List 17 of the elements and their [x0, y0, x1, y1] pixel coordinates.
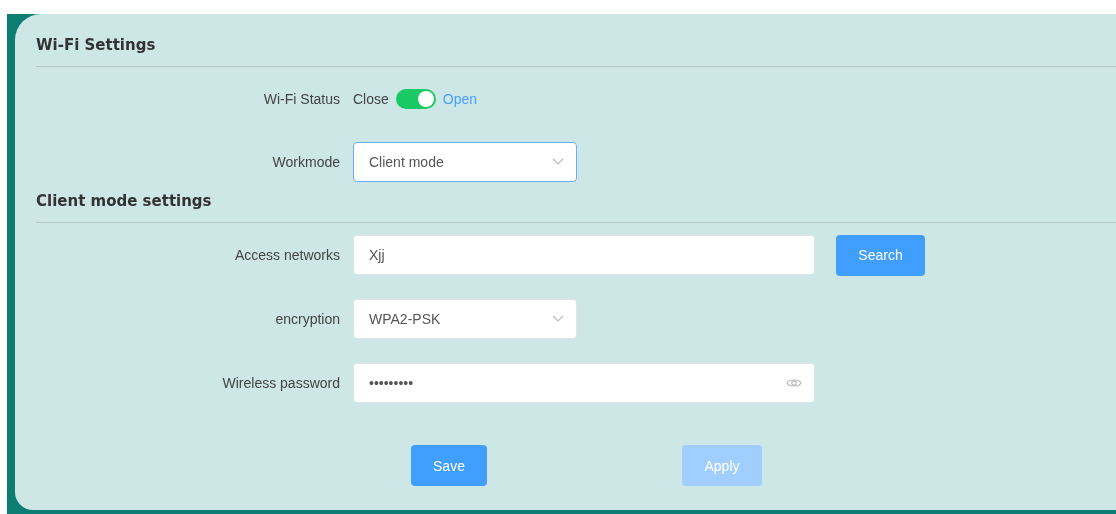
- section-title: Client mode settings: [36, 192, 1116, 223]
- field-label: Wi-Fi Status: [262, 91, 341, 107]
- select-field[interactable]: WPA2-PSK: [353, 299, 577, 339]
- field-label: Wireless password: [221, 375, 341, 391]
- field-label: Access networks: [233, 247, 341, 263]
- select-field[interactable]: Client mode: [353, 142, 577, 182]
- toggle-switch[interactable]: [395, 89, 436, 109]
- section-title: Wi-Fi Settings: [36, 36, 1116, 67]
- field-label: encryption: [274, 311, 341, 327]
- off-label: Close: [353, 91, 389, 107]
- field-label: Workmode: [271, 154, 341, 170]
- chevron-down-icon: [552, 158, 564, 166]
- chevron-down-icon: [552, 315, 564, 323]
- password-field[interactable]: •••••••••: [353, 363, 815, 403]
- input-field[interactable]: Xjj: [353, 235, 815, 275]
- eye-icon[interactable]: [786, 377, 802, 389]
- on-label: Open: [442, 91, 478, 107]
